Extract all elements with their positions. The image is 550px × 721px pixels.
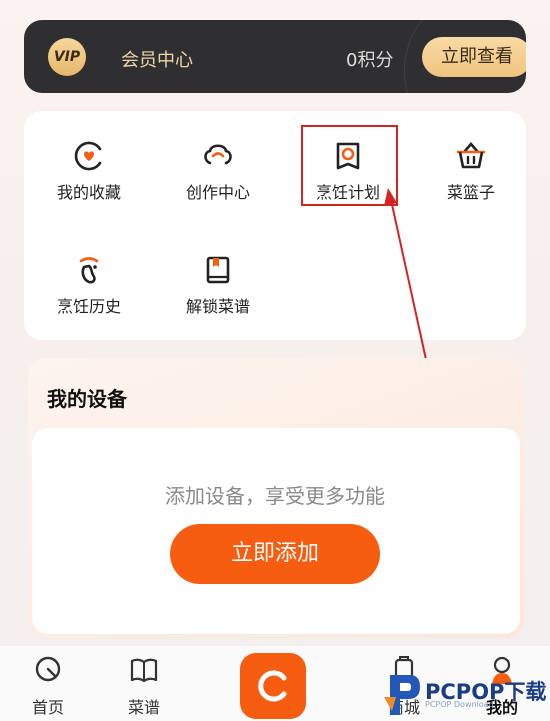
vip-center-title: 会员中心	[121, 50, 193, 71]
footprint-icon	[79, 257, 99, 284]
shortcut-label: 烹饪历史	[56, 297, 121, 316]
add-device-button[interactable]: 立即添加	[170, 524, 380, 584]
shortcut-label: 创作中心	[185, 183, 250, 202]
vip-banner[interactable]: VIP 会员中心 0积分 立即查看	[24, 20, 526, 93]
chef-hat-icon	[204, 144, 232, 165]
shortcut-cooking-history[interactable]: 烹饪历史	[34, 235, 144, 316]
center-action-button[interactable]	[240, 653, 306, 719]
center-logo-icon	[258, 670, 287, 702]
my-devices-title: 我的设备	[47, 387, 127, 411]
annotation-highlight-box	[301, 125, 398, 206]
vip-badge-icon: VIP	[48, 38, 86, 76]
shortcut-basket[interactable]: 菜篮子	[416, 121, 526, 202]
shortcut-favorites[interactable]: 我的收藏	[34, 121, 144, 202]
nav-label: 菜谱	[127, 698, 160, 717]
device-empty-hint: 添加设备，享受更多功能	[165, 484, 385, 508]
nav-label: 首页	[31, 698, 64, 717]
shortcut-creation-center[interactable]: 创作中心	[163, 121, 273, 202]
heart-circle-icon	[74, 141, 102, 171]
basket-icon	[456, 142, 486, 169]
shortcut-unlock-recipe[interactable]: 解锁菜谱	[163, 235, 273, 316]
unlock-recipe-icon	[206, 256, 230, 284]
nav-recipes[interactable]: 菜谱	[104, 654, 184, 718]
shortcut-label: 解锁菜谱	[185, 297, 250, 316]
points-balance: 0积分	[346, 50, 394, 71]
shortcut-grid: 我的收藏 创作中心 烹饪计划 菜篮子 烹饪历史 解锁菜谱	[24, 111, 526, 340]
home-icon	[35, 656, 61, 682]
view-now-button[interactable]: 立即查看	[422, 37, 526, 77]
watermark-subtext: PCPOP Download	[425, 700, 494, 709]
nav-home[interactable]: 首页	[8, 654, 88, 718]
shortcut-label: 我的收藏	[56, 183, 121, 202]
shortcut-label: 菜篮子	[446, 183, 495, 202]
recipe-book-icon	[130, 658, 158, 683]
